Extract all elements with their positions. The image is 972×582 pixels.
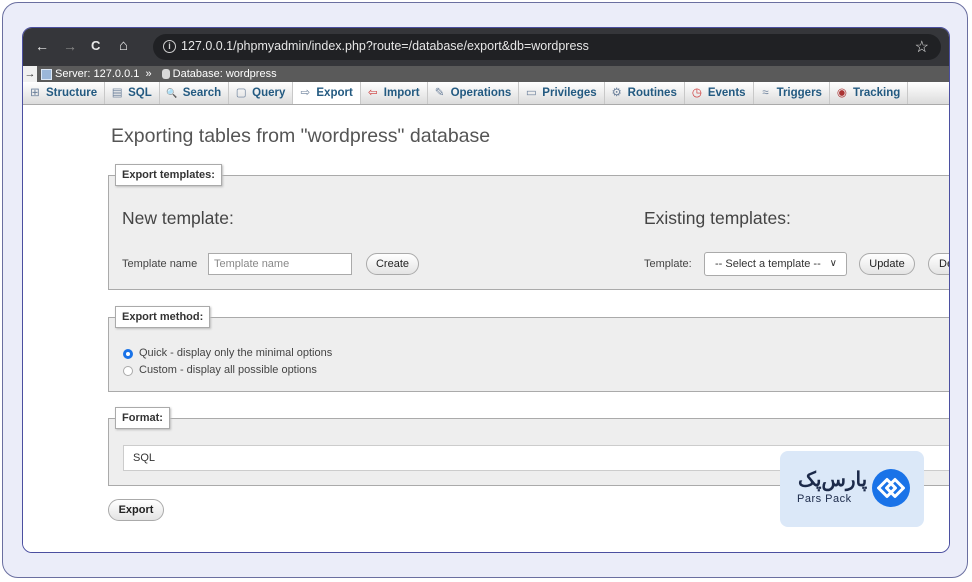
url-text[interactable]: 127.0.0.1/phpmyadmin/index.php?route=/da… xyxy=(181,39,589,53)
address-bar[interactable]: i 127.0.0.1/phpmyadmin/index.php?route=/… xyxy=(153,34,941,60)
breadcrumb-server[interactable]: Server: 127.0.0.1 xyxy=(55,68,139,80)
tab-label: Search xyxy=(182,87,222,99)
triggers-icon: ≈ xyxy=(762,87,769,99)
chevron-down-icon: ∨ xyxy=(829,258,837,269)
tab-query[interactable]: ▢ Query xyxy=(229,82,294,104)
tab-export[interactable]: ⇨ Export xyxy=(293,82,361,104)
template-select-label: Template: xyxy=(644,258,692,270)
tab-routines[interactable]: ⚙ Routines xyxy=(605,82,685,104)
quick-radio[interactable] xyxy=(123,349,133,359)
tab-events[interactable]: ◷ Events xyxy=(685,82,754,104)
home-icon[interactable]: ⌂ xyxy=(119,38,128,54)
delete-button[interactable]: Delete xyxy=(928,253,949,275)
clock-icon: ◷ xyxy=(691,87,702,99)
tab-label: Export xyxy=(316,87,353,99)
existing-templates-heading: Existing templates: xyxy=(644,208,791,228)
export-method-legend: Export method: xyxy=(115,306,211,328)
tab-label: Import xyxy=(383,87,420,99)
server-breadcrumb-bar: → Server: 127.0.0.1 » Database: wordpres… xyxy=(23,66,949,82)
collapse-arrow-icon[interactable]: → xyxy=(23,66,37,82)
database-icon xyxy=(161,69,170,80)
update-button[interactable]: Update xyxy=(859,253,915,275)
tab-privileges[interactable]: ▭ Privileges xyxy=(519,82,605,104)
export-method-fieldset: Export method: Quick - display only the … xyxy=(108,306,949,392)
quick-radio-label[interactable]: Quick - display only the minimal options xyxy=(139,347,332,359)
export-templates-legend: Export templates: xyxy=(115,164,222,186)
tab-search[interactable]: 🔍 Search xyxy=(160,82,230,104)
reload-icon[interactable]: C xyxy=(91,38,100,54)
sql-icon: ▤ xyxy=(111,87,123,99)
tab-label: Query xyxy=(252,87,286,99)
template-name-input[interactable]: Template name xyxy=(208,253,352,275)
privileges-icon: ▭ xyxy=(525,87,537,99)
breadcrumb-separator: » xyxy=(145,68,152,80)
export-icon: ⇨ xyxy=(300,87,311,99)
query-icon: ▢ xyxy=(235,87,247,99)
template-select[interactable]: -- Select a template -- ∨ xyxy=(704,252,847,276)
template-name-label: Template name xyxy=(122,258,198,270)
create-button[interactable]: Create xyxy=(366,253,419,275)
custom-radio-label[interactable]: Custom - display all possible options xyxy=(139,364,317,376)
export-templates-fieldset: Export templates: New template: Template… xyxy=(108,164,949,290)
tab-bar: ⊞ Structure ▤ SQL 🔍 Search ▢ Query ⇨ Export ⇦ Impor… xyxy=(23,82,949,105)
back-icon[interactable]: ← xyxy=(35,38,49,54)
routines-icon: ⚙ xyxy=(611,87,622,99)
breadcrumb: Server: 127.0.0.1 » Database: wordpress xyxy=(41,66,277,82)
parspack-logo-icon xyxy=(872,469,910,507)
wrench-icon: ✎ xyxy=(434,87,445,99)
tab-tracking[interactable]: ◉ Tracking xyxy=(830,82,909,104)
format-legend: Format: xyxy=(115,407,170,429)
tab-label: Privileges xyxy=(542,87,597,99)
tab-label: SQL xyxy=(128,87,152,99)
tab-label: Events xyxy=(707,87,746,99)
template-select-value: -- Select a template -- xyxy=(715,258,821,270)
tab-label: Routines xyxy=(627,87,677,99)
tab-sql[interactable]: ▤ SQL xyxy=(105,82,160,104)
new-template-heading: New template: xyxy=(122,208,234,228)
custom-radio[interactable] xyxy=(123,366,133,376)
eye-icon: ◉ xyxy=(836,87,847,99)
tab-label: Triggers xyxy=(776,87,822,99)
tab-structure[interactable]: ⊞ Structure xyxy=(23,82,106,104)
star-icon[interactable]: ☆ xyxy=(915,37,929,57)
parspack-persian-name: پارس‌پک xyxy=(798,469,868,491)
parspack-watermark: پارس‌پک Pars Pack xyxy=(780,451,924,527)
search-icon: 🔍 xyxy=(166,88,178,98)
tab-import[interactable]: ⇦ Import xyxy=(361,82,428,104)
tab-operations[interactable]: ✎ Operations xyxy=(428,82,520,104)
breadcrumb-database[interactable]: Database: wordpress xyxy=(173,68,277,80)
export-button[interactable]: Export xyxy=(108,499,164,521)
tab-triggers[interactable]: ≈ Triggers xyxy=(754,82,830,104)
tab-label: Operations xyxy=(450,87,512,99)
tab-label: Tracking xyxy=(852,87,901,99)
forward-icon[interactable]: → xyxy=(63,38,77,54)
structure-icon: ⊞ xyxy=(30,87,40,99)
browser-toolbar: ← → C ⌂ i 127.0.0.1/phpmyadmin/index.php… xyxy=(23,28,949,66)
server-icon xyxy=(41,68,52,80)
info-icon[interactable]: i xyxy=(163,40,176,53)
tab-label: Structure xyxy=(46,87,98,99)
parspack-english-name: Pars Pack xyxy=(797,493,852,505)
page-title: Exporting tables from "wordpress" databa… xyxy=(111,125,491,147)
import-icon: ⇦ xyxy=(367,87,378,99)
